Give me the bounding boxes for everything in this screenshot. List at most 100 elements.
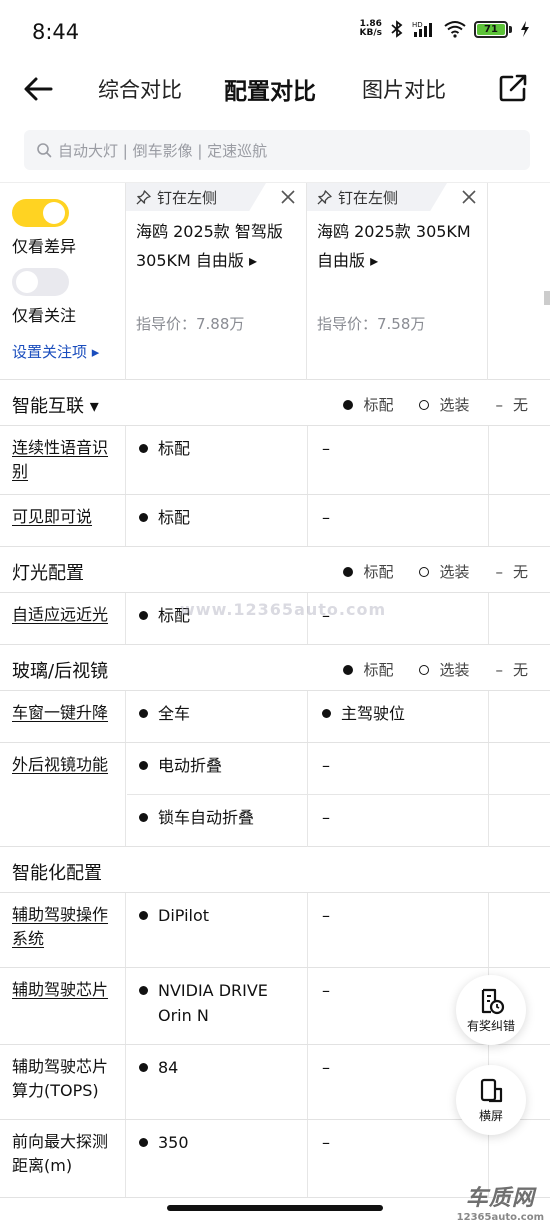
table-row: 连续性语音识别 标配 – xyxy=(0,426,550,495)
legend: 标配 选装 – 无 xyxy=(343,561,528,582)
none-dash-icon: – xyxy=(495,562,503,581)
charging-icon xyxy=(521,21,529,37)
standard-dot-icon xyxy=(139,1138,148,1147)
standard-dot-icon xyxy=(139,1063,148,1072)
battery-icon: 71 xyxy=(474,20,512,38)
section-intelligent: 智能化配置 xyxy=(0,847,550,893)
rotate-screen-icon xyxy=(480,1078,503,1102)
section-lighting: 灯光配置 标配 选装 – 无 xyxy=(0,547,550,593)
standard-dot-icon xyxy=(139,709,148,718)
back-arrow-icon[interactable] xyxy=(22,74,54,104)
standard-dot-icon xyxy=(139,611,148,620)
tab-image-compare[interactable]: 图片对比 xyxy=(362,74,446,104)
cell-car-2: – xyxy=(308,495,489,546)
section-title: 智能化配置 xyxy=(12,863,102,884)
cell-car-2: – xyxy=(308,743,489,795)
car-price: 指导价：7.58万 xyxy=(317,315,426,333)
filter-column: 仅看差异 仅看关注 设置关注项 ▸ xyxy=(0,183,126,381)
set-follow-link[interactable]: 设置关注项 ▸ xyxy=(12,341,99,362)
car-price: 指导价：7.88万 xyxy=(136,315,245,333)
wifi-icon xyxy=(444,21,466,38)
standard-dot-icon xyxy=(139,911,148,920)
row-label[interactable]: 连续性语音识别 xyxy=(0,426,126,494)
pin-left-button[interactable]: 钉在左侧 xyxy=(126,183,266,211)
search-icon xyxy=(37,143,52,158)
optional-circle-icon xyxy=(419,664,430,675)
add-car-column[interactable] xyxy=(488,183,550,381)
close-icon[interactable] xyxy=(280,189,296,205)
follow-toggle-label: 仅看关注 xyxy=(12,306,77,325)
table-row: 辅助驾驶操作系统 DiPilot – xyxy=(0,893,550,968)
table-row: 可见即可说 标配 – xyxy=(0,495,550,547)
optional-circle-icon xyxy=(419,399,430,410)
cell-car-2: – xyxy=(308,795,489,847)
row-label: 前向最大探测距离(m) xyxy=(0,1120,126,1197)
none-dash-icon: – xyxy=(495,395,503,414)
legend: 标配 选装 – 无 xyxy=(343,394,528,415)
row-label[interactable]: 外后视镜功能 xyxy=(0,743,126,846)
network-speed: 1.86 KB/s xyxy=(359,19,382,38)
cell-car-1: 锁车自动折叠 xyxy=(127,795,308,847)
cell-car-2: – xyxy=(308,426,489,494)
row-label[interactable]: 自适应远近光 xyxy=(0,593,126,644)
row-label: 辅助驾驶芯片算力(TOPS) xyxy=(0,1045,126,1119)
table-row: 外后视镜功能 电动折叠 – 锁车自动折叠 – xyxy=(0,743,550,847)
cell-car-1: 350 xyxy=(127,1120,308,1197)
edit-share-icon[interactable] xyxy=(498,73,528,103)
cell-car-1: 电动折叠 xyxy=(127,743,308,795)
landscape-button[interactable]: 横屏 xyxy=(456,1065,526,1135)
section-glass-mirror: 玻璃/后视镜 标配 选装 – 无 xyxy=(0,645,550,691)
standard-dot-icon xyxy=(343,399,354,410)
report-icon xyxy=(481,988,505,1014)
legend: 标配 选装 – 无 xyxy=(343,659,528,680)
status-icons: 1.86 KB/s HD 71 xyxy=(360,20,530,38)
section-title: 玻璃/后视镜 xyxy=(12,661,109,682)
standard-dot-icon xyxy=(139,813,148,822)
brand-logo: 车质网 12365auto.com xyxy=(456,1186,544,1222)
home-indicator[interactable] xyxy=(167,1205,383,1211)
top-nav: 综合对比 配置对比 图片对比 xyxy=(0,64,550,116)
section-title: 灯光配置 xyxy=(12,563,84,584)
search-placeholder: 自动大灯 | 倒车影像 | 定速巡航 xyxy=(58,141,268,160)
optional-circle-icon xyxy=(419,566,430,577)
car-name[interactable]: 海鸥 2025款 智驾版 305KM 自由版 ▸ xyxy=(136,217,304,275)
cell-car-1: 标配 xyxy=(127,426,308,494)
row-label[interactable]: 辅助驾驶操作系统 xyxy=(0,893,126,967)
standard-dot-icon xyxy=(343,664,354,675)
standard-dot-icon xyxy=(139,513,148,522)
row-label[interactable]: 车窗一键升降 xyxy=(0,691,126,742)
table-row: 车窗一键升降 全车 主驾驶位 xyxy=(0,691,550,743)
diff-toggle[interactable] xyxy=(12,199,69,227)
signal-icon: HD xyxy=(412,21,432,37)
watermark: www.12365auto.com xyxy=(180,600,387,619)
follow-toggle[interactable] xyxy=(12,268,69,296)
close-icon[interactable] xyxy=(461,189,477,205)
cell-car-2: 主驾驶位 xyxy=(308,691,489,742)
standard-dot-icon xyxy=(322,709,331,718)
cell-car-1: 标配 xyxy=(127,495,308,546)
car-name[interactable]: 海鸥 2025款 305KM 自由版 ▸ xyxy=(317,217,485,275)
cell-car-1: NVIDIA DRIVE Orin N xyxy=(127,968,308,1044)
standard-dot-icon xyxy=(139,444,148,453)
section-title: 智能互联 ▾ xyxy=(12,396,99,417)
pin-icon xyxy=(317,189,332,205)
row-label[interactable]: 辅助驾驶芯片 xyxy=(0,968,126,1044)
cell-car-1: DiPilot xyxy=(127,893,308,967)
car-column-1: 钉在左侧 海鸥 2025款 智驾版 305KM 自由版 ▸ 指导价：7.88万 xyxy=(126,183,307,381)
car-column-2: 钉在左侧 海鸥 2025款 305KM 自由版 ▸ 指导价：7.58万 xyxy=(307,183,488,381)
svg-text:HD: HD xyxy=(412,21,423,29)
standard-dot-icon xyxy=(139,761,148,770)
search-input[interactable]: 自动大灯 | 倒车影像 | 定速巡航 xyxy=(24,130,530,170)
standard-dot-icon xyxy=(139,986,148,995)
status-time: 8:44 xyxy=(32,20,80,44)
row-label[interactable]: 可见即可说 xyxy=(0,495,126,546)
standard-dot-icon xyxy=(343,566,354,577)
pin-left-button[interactable]: 钉在左侧 xyxy=(307,183,447,211)
car-header-area: 仅看差异 仅看关注 设置关注项 ▸ 钉在左侧 海鸥 2025款 智驾版 305K… xyxy=(0,182,550,381)
none-dash-icon: – xyxy=(495,660,503,679)
bluetooth-icon xyxy=(391,20,403,38)
tab-config-compare[interactable]: 配置对比 xyxy=(224,72,316,110)
section-smart-connect[interactable]: 智能互联 ▾ 标配 选装 – 无 xyxy=(0,380,550,426)
tab-overview[interactable]: 综合对比 xyxy=(98,74,182,104)
report-error-button[interactable]: 有奖纠错 xyxy=(456,975,526,1045)
